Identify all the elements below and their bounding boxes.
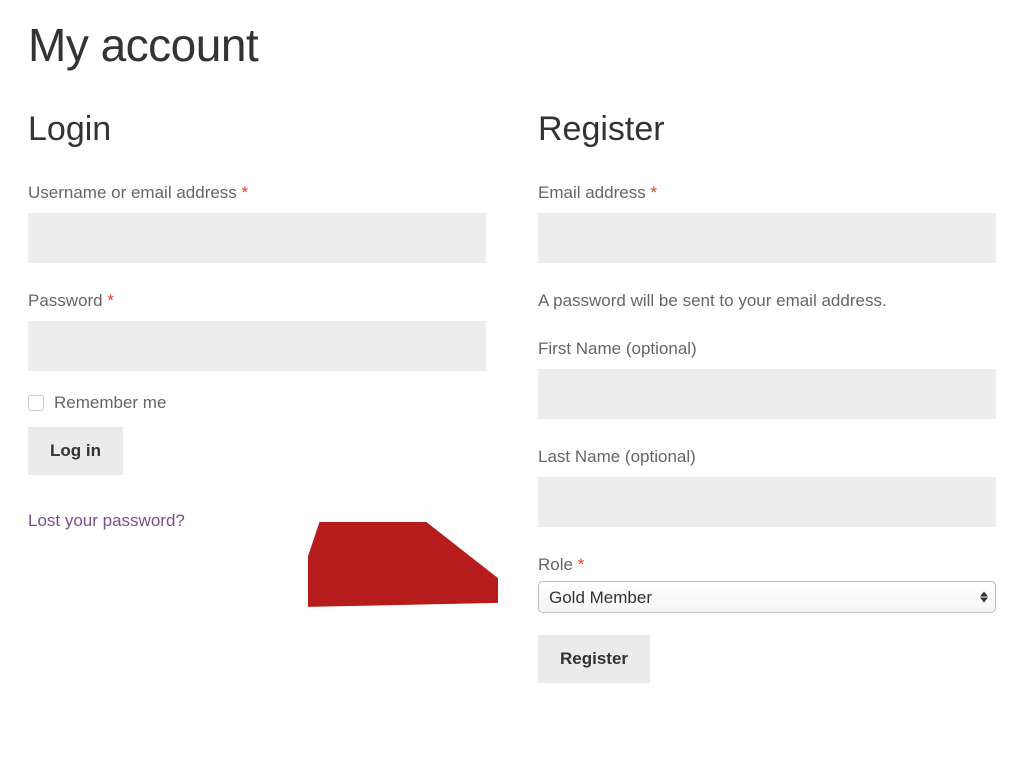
first-name-row: First Name (optional) <box>538 339 996 419</box>
lost-password-link[interactable]: Lost your password? <box>28 511 185 531</box>
reg-email-row: Email address * <box>538 183 996 263</box>
role-select-wrap: Gold Member <box>538 581 996 613</box>
reg-email-input[interactable] <box>538 213 996 263</box>
role-label-text: Role <box>538 555 573 574</box>
annotation-arrow-icon <box>308 522 498 622</box>
password-row: Password * <box>28 291 486 371</box>
username-row: Username or email address * <box>28 183 486 263</box>
account-columns: Login Username or email address * Passwo… <box>28 110 996 683</box>
required-asterisk: * <box>650 183 657 202</box>
remember-me-row[interactable]: Remember me <box>28 393 486 413</box>
password-input[interactable] <box>28 321 486 371</box>
last-name-input[interactable] <box>538 477 996 527</box>
username-input[interactable] <box>28 213 486 263</box>
required-asterisk: * <box>107 291 114 310</box>
role-label: Role * <box>538 555 996 575</box>
password-notice: A password will be sent to your email ad… <box>538 291 996 311</box>
reg-email-label-text: Email address <box>538 183 646 202</box>
password-label-text: Password <box>28 291 103 310</box>
role-row: Role * Gold Member <box>538 555 996 613</box>
login-button[interactable]: Log in <box>28 427 123 475</box>
remember-me-checkbox[interactable] <box>28 395 44 411</box>
remember-me-label[interactable]: Remember me <box>54 393 166 413</box>
first-name-label: First Name (optional) <box>538 339 996 359</box>
username-label-text: Username or email address <box>28 183 237 202</box>
last-name-row: Last Name (optional) <box>538 447 996 527</box>
last-name-label: Last Name (optional) <box>538 447 996 467</box>
register-heading: Register <box>538 110 996 149</box>
username-label: Username or email address * <box>28 183 486 203</box>
register-button[interactable]: Register <box>538 635 650 683</box>
required-asterisk: * <box>578 555 585 574</box>
login-column: Login Username or email address * Passwo… <box>28 110 486 683</box>
login-heading: Login <box>28 110 486 149</box>
page-title: My account <box>28 18 996 72</box>
required-asterisk: * <box>242 183 249 202</box>
first-name-input[interactable] <box>538 369 996 419</box>
reg-email-label: Email address * <box>538 183 996 203</box>
role-select[interactable]: Gold Member <box>538 581 996 613</box>
password-label: Password * <box>28 291 486 311</box>
register-column: Register Email address * A password will… <box>538 110 996 683</box>
